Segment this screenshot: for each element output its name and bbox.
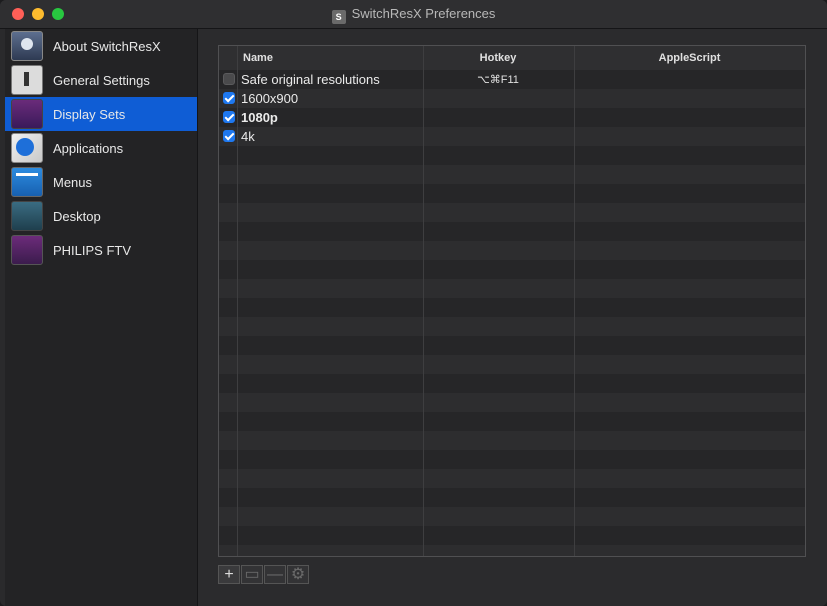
sidebar-item-label: Desktop <box>53 208 101 224</box>
empty-table-row <box>219 336 805 355</box>
empty-table-row <box>219 184 805 203</box>
empty-table-row <box>219 431 805 450</box>
row-name: 1600x900 <box>241 91 299 106</box>
sidebar-item-label: About SwitchResX <box>53 38 161 54</box>
column-header-applescript[interactable]: AppleScript <box>574 52 805 64</box>
sidebar-item-applications[interactable]: Applications <box>5 131 197 165</box>
table-row[interactable]: 1600x900 <box>219 89 805 108</box>
empty-table-row <box>219 260 805 279</box>
enable-checkbox[interactable] <box>223 92 235 104</box>
table-row[interactable]: 4k <box>219 127 805 146</box>
empty-table-row <box>219 450 805 469</box>
empty-table-row <box>219 317 805 336</box>
empty-table-row <box>219 488 805 507</box>
sidebar-item-display-sets[interactable]: Display Sets <box>5 97 197 131</box>
row-name: 4k <box>241 129 255 144</box>
empty-table-row <box>219 298 805 317</box>
empty-table-row <box>219 507 805 526</box>
table-row[interactable]: 1080p <box>219 108 805 127</box>
table-body: Safe original resolutions ⌥⌘F11 1600x900… <box>219 70 805 556</box>
sidebar-item-about[interactable]: About SwitchResX <box>5 29 197 63</box>
empty-table-row <box>219 355 805 374</box>
column-divider <box>423 46 424 556</box>
empty-table-row <box>219 374 805 393</box>
about-icon <box>11 31 43 61</box>
empty-table-row <box>219 412 805 431</box>
sidebar-item-label: Display Sets <box>53 106 126 122</box>
column-divider <box>574 46 575 556</box>
duplicate-button[interactable]: ▭ <box>241 565 263 584</box>
empty-table-row <box>219 165 805 184</box>
desktop-icon <box>11 201 43 231</box>
window-title-text: SwitchResX Preferences <box>351 6 496 21</box>
settings-gear-icon[interactable]: ⚙ <box>287 565 309 584</box>
empty-table-row <box>219 469 805 488</box>
enable-checkbox[interactable] <box>223 73 235 85</box>
display-sets-pane: Name Hotkey AppleScript Safe original re… <box>198 29 827 606</box>
row-name: Safe original resolutions <box>241 72 380 87</box>
column-header-name[interactable]: Name <box>243 52 273 64</box>
sidebar-item-philips-ftv[interactable]: PHILIPS FTV <box>5 233 197 267</box>
table-row[interactable]: Safe original resolutions ⌥⌘F11 <box>219 70 805 89</box>
row-hotkey: ⌥⌘F11 <box>477 74 519 86</box>
empty-table-row <box>219 222 805 241</box>
row-name: 1080p <box>241 110 278 125</box>
empty-table-row <box>219 545 805 556</box>
add-button[interactable]: + <box>218 565 240 584</box>
sidebar: About SwitchResX General Settings Displa… <box>5 29 198 606</box>
enable-checkbox[interactable] <box>223 130 235 142</box>
applications-icon <box>11 133 43 163</box>
preferences-window: S SwitchResX Preferences About SwitchResX… <box>0 0 827 606</box>
sidebar-item-label: General Settings <box>53 72 150 88</box>
empty-table-row <box>219 526 805 545</box>
general-settings-icon <box>11 65 43 95</box>
enable-checkbox[interactable] <box>223 111 235 123</box>
window-title: S SwitchResX Preferences <box>0 6 827 24</box>
table-header: Name Hotkey AppleScript <box>219 46 805 71</box>
sidebar-item-label: Applications <box>53 140 124 156</box>
column-header-hotkey[interactable]: Hotkey <box>423 52 573 64</box>
menus-icon <box>11 167 43 197</box>
empty-table-row <box>219 279 805 298</box>
monitor-icon <box>11 235 43 265</box>
empty-table-row <box>219 393 805 412</box>
remove-button[interactable]: — <box>264 565 286 584</box>
sidebar-item-label: PHILIPS FTV <box>53 242 132 258</box>
sidebar-item-label: Menus <box>53 174 93 190</box>
empty-table-row <box>219 241 805 260</box>
empty-table-row <box>219 203 805 222</box>
table-toolbar: + ▭ — ⚙ <box>218 565 310 585</box>
column-divider <box>237 46 238 556</box>
title-bar: S SwitchResX Preferences <box>0 0 827 29</box>
empty-table-row <box>219 146 805 165</box>
app-icon: S <box>331 10 346 24</box>
sidebar-item-general-settings[interactable]: General Settings <box>5 63 197 97</box>
display-sets-icon <box>11 99 43 129</box>
sidebar-item-menus[interactable]: Menus <box>5 165 197 199</box>
display-sets-table: Name Hotkey AppleScript Safe original re… <box>218 45 806 557</box>
sidebar-item-desktop[interactable]: Desktop <box>5 199 197 233</box>
